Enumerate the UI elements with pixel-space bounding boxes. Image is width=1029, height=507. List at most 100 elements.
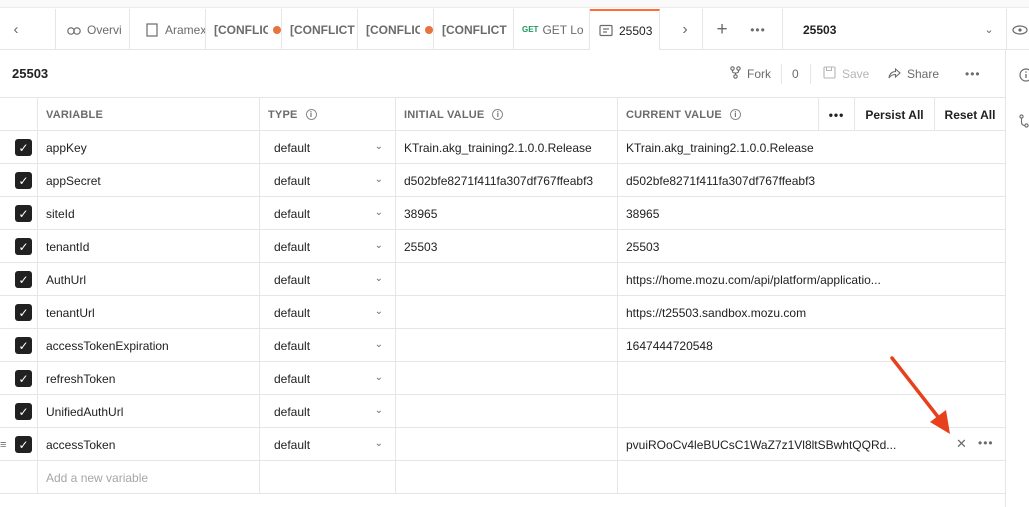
- tab-environment-active[interactable]: 25503: [590, 9, 660, 50]
- variable-name-cell[interactable]: accessToken: [38, 428, 260, 461]
- initial-value-cell[interactable]: KTrain.akg_training2.1.0.0.Release: [396, 131, 618, 164]
- checkbox-cell: ≡ ✓: [0, 428, 38, 461]
- info-icon[interactable]: i: [305, 109, 317, 120]
- variable-name-cell[interactable]: siteId: [38, 197, 260, 230]
- unsaved-dot: [273, 25, 281, 34]
- current-value-cell[interactable]: https://t25503.sandbox.mozu.com: [618, 296, 1005, 329]
- info-icon[interactable]: i: [492, 109, 504, 120]
- variable-name-cell[interactable]: tenantUrl: [38, 296, 260, 329]
- variable-name-cell[interactable]: accessTokenExpiration: [38, 329, 260, 362]
- enable-checkbox[interactable]: ✓: [15, 370, 32, 387]
- more-options-icon[interactable]: •••: [965, 64, 981, 84]
- type-select[interactable]: default ⌄: [260, 296, 396, 329]
- type-select[interactable]: default ⌄: [260, 131, 396, 164]
- fork-button[interactable]: Fork: [730, 64, 771, 84]
- type-select[interactable]: default ⌄: [260, 329, 396, 362]
- variable-name-cell[interactable]: tenantId: [38, 230, 260, 263]
- variable-name-cell[interactable]: AuthUrl: [38, 263, 260, 296]
- enable-checkbox[interactable]: ✓: [15, 271, 32, 288]
- tab-conflict-2[interactable]: [CONFLICT: [282, 9, 358, 50]
- variable-name-cell[interactable]: appKey: [38, 131, 260, 164]
- type-value: default: [274, 140, 311, 155]
- row-options-icon[interactable]: •••: [978, 436, 994, 450]
- type-select[interactable]: default ⌄: [260, 230, 396, 263]
- reset-all-button[interactable]: Reset All: [934, 98, 1005, 131]
- initial-value-cell[interactable]: [396, 395, 618, 428]
- fork-info-icon[interactable]: [1019, 114, 1029, 131]
- save-button[interactable]: Save: [823, 64, 869, 84]
- type-value: default: [274, 206, 311, 221]
- initial-value-cell[interactable]: [396, 362, 618, 395]
- eye-icon[interactable]: [1008, 9, 1029, 50]
- tab-conflict-4[interactable]: [CONFLICT: [434, 9, 514, 50]
- tab-aramex[interactable]: Aramex: [136, 9, 206, 50]
- current-value-cell[interactable]: KTrain.akg_training2.1.0.0.Release: [618, 131, 1005, 164]
- fork-count: 0: [792, 67, 799, 81]
- info-icon[interactable]: [1019, 68, 1029, 85]
- initial-value-cell[interactable]: d502bfe8271f411fa307df767ffeabf3: [396, 164, 618, 197]
- table-header: VARIABLE TYPE i INITIAL VALUE i CURRENT VA…: [0, 98, 1005, 131]
- enable-checkbox[interactable]: ✓: [15, 304, 32, 321]
- tab-label: 25503: [619, 23, 653, 38]
- environment-icon: [598, 24, 614, 38]
- enable-checkbox[interactable]: ✓: [15, 403, 32, 420]
- red-arrow-annotation: [890, 356, 950, 434]
- variable-name-cell[interactable]: appSecret: [38, 164, 260, 197]
- enable-checkbox[interactable]: ✓: [15, 172, 32, 189]
- current-value-cell[interactable]: 38965: [618, 197, 1005, 230]
- type-select[interactable]: default ⌄: [260, 197, 396, 230]
- variable-name-cell[interactable]: refreshToken: [38, 362, 260, 395]
- type-select[interactable]: default ⌄: [260, 428, 396, 461]
- type-select[interactable]: default ⌄: [260, 164, 396, 197]
- type-select[interactable]: default ⌄: [260, 263, 396, 296]
- tab-overview[interactable]: Overvi: [58, 9, 130, 50]
- column-header-current-value: CURRENT VALUE i: [618, 98, 818, 131]
- env-divider: [782, 9, 783, 50]
- scroll-tabs-left-icon[interactable]: ‹: [0, 9, 32, 50]
- enable-checkbox[interactable]: ✓: [15, 436, 32, 453]
- type-select[interactable]: default ⌄: [260, 362, 396, 395]
- chevron-down-icon[interactable]: ⌄: [972, 9, 1006, 50]
- current-value-text: 38965: [626, 206, 660, 221]
- initial-value-cell[interactable]: 38965: [396, 197, 618, 230]
- tab-conflict-3[interactable]: [CONFLIC: [358, 9, 434, 50]
- environment-selector[interactable]: 25503: [803, 9, 836, 50]
- enable-checkbox[interactable]: ✓: [15, 139, 32, 156]
- tab-conflict-1[interactable]: [CONFLIC: [206, 9, 282, 50]
- column-header-variable: VARIABLE: [38, 98, 260, 131]
- chevron-down-icon: ⌄: [374, 207, 383, 218]
- persist-all-button[interactable]: Persist All: [854, 98, 934, 131]
- empty-current-cell: [618, 461, 1005, 494]
- checkbox-cell: ✓: [0, 362, 38, 395]
- share-button[interactable]: Share: [888, 64, 939, 84]
- type-select[interactable]: default ⌄: [260, 395, 396, 428]
- initial-value-cell[interactable]: [396, 263, 618, 296]
- tab-divider: [702, 9, 703, 50]
- current-value-cell[interactable]: https://home.mozu.com/api/platform/appli…: [618, 263, 1005, 296]
- initial-value-cell[interactable]: [396, 329, 618, 362]
- checkbox-cell: ✓: [0, 197, 38, 230]
- add-variable-input[interactable]: Add a new variable: [38, 461, 260, 494]
- tab-get-request[interactable]: GET GET Lo: [514, 9, 590, 50]
- drag-handle-icon[interactable]: ≡: [0, 439, 6, 451]
- current-value-cell[interactable]: 25503: [618, 230, 1005, 263]
- initial-value-cell[interactable]: [396, 428, 618, 461]
- info-icon[interactable]: i: [729, 109, 741, 120]
- column-options-icon[interactable]: •••: [818, 98, 854, 131]
- env-right-divider: [1006, 9, 1007, 50]
- variable-name-cell[interactable]: UnifiedAuthUrl: [38, 395, 260, 428]
- new-tab-icon[interactable]: +: [705, 9, 739, 50]
- current-value-cell[interactable]: d502bfe8271f411fa307df767ffeabf3: [618, 164, 1005, 197]
- tab-label: [CONFLICT: [290, 22, 355, 37]
- scroll-tabs-right-icon[interactable]: ›: [668, 9, 702, 50]
- tab-options-icon[interactable]: •••: [741, 9, 775, 50]
- initial-value-cell[interactable]: 25503: [396, 230, 618, 263]
- empty-type-cell: [260, 461, 396, 494]
- share-icon: [888, 67, 901, 82]
- enable-checkbox[interactable]: ✓: [15, 337, 32, 354]
- enable-checkbox[interactable]: ✓: [15, 238, 32, 255]
- enable-checkbox[interactable]: ✓: [15, 205, 32, 222]
- column-header-initial-value: INITIAL VALUE i: [396, 98, 618, 131]
- table-row: ✓ tenantUrl default ⌄ https://t25503.sandbox…: [0, 296, 1005, 329]
- initial-value-cell[interactable]: [396, 296, 618, 329]
